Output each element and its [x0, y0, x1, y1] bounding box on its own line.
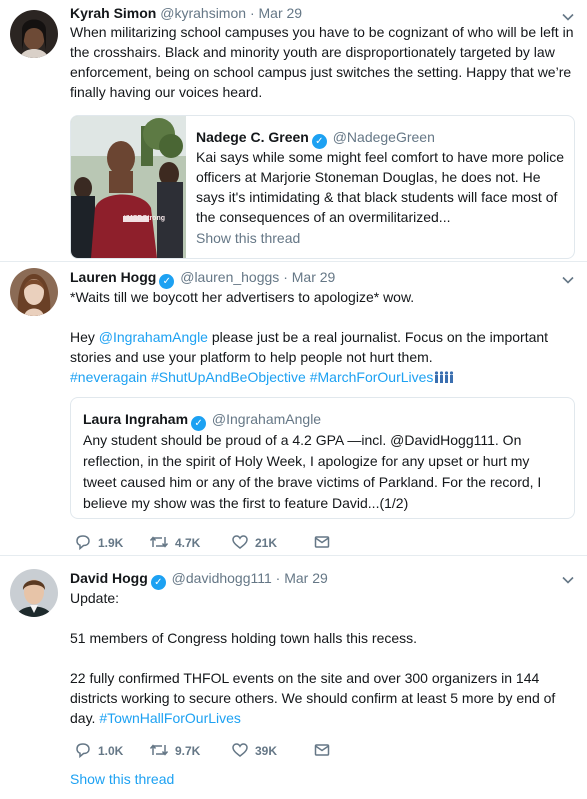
retweet-icon	[149, 744, 169, 756]
author-name[interactable]: Lauren Hogg	[70, 269, 156, 285]
author-handle[interactable]: @lauren_hoggs	[180, 269, 279, 285]
tweet-header: David Hogg ✓ @davidhogg111 · Mar 29	[70, 569, 328, 590]
reply-icon	[76, 743, 90, 759]
shirt-text: #MSDStrong	[123, 215, 165, 222]
tweet-david-hogg[interactable]: David Hogg ✓ @davidhogg111 · Mar 29 Updat…	[0, 556, 587, 799]
tweet-text: *Waits till we boycott her advertisers t…	[70, 289, 549, 385]
like-button[interactable]: 39K	[231, 741, 277, 761]
quoted-author-handle[interactable]: @NadegeGreen	[333, 129, 435, 145]
quoted-author-name[interactable]: Nadege C. Green	[196, 129, 309, 145]
direct-message-button[interactable]	[313, 533, 337, 553]
quoted-tweet-header: Laura Ingraham ✓ @IngrahamAngle	[83, 409, 321, 431]
tweet-timestamp[interactable]: Mar 29	[292, 269, 336, 285]
like-count: 39K	[255, 744, 278, 758]
quoted-author-name[interactable]: Laura Ingraham	[83, 411, 188, 427]
hashtag-link[interactable]: #TownHallForOurLives	[99, 710, 241, 726]
quoted-tweet-text: Kai says while some might feel comfort t…	[196, 149, 565, 225]
show-thread-link[interactable]: Show this thread	[196, 228, 300, 248]
quoted-tweet-header: Nadege C. Green ✓ @NadegeGreen	[196, 127, 435, 149]
chevron-down-icon[interactable]	[561, 273, 575, 287]
tweet-text: When militarizing school campuses you ha…	[70, 24, 574, 100]
tweet-timestamp[interactable]: Mar 29	[259, 5, 303, 21]
quoted-tweet[interactable]: Laura Ingraham ✓ @IngrahamAngle Any stude…	[70, 397, 575, 519]
mention-link[interactable]: @IngrahamAngle	[99, 329, 208, 345]
direct-message-button[interactable]	[313, 741, 337, 761]
quoted-tweet-text: Any student should be proud of a 4.2 GPA…	[83, 432, 542, 511]
retweet-button[interactable]: 4.7K	[149, 533, 200, 553]
retweet-button[interactable]: 9.7K	[149, 741, 200, 761]
author-name[interactable]: Kyrah Simon	[70, 5, 156, 21]
family-emoji-icon	[435, 371, 454, 383]
author-name[interactable]: David Hogg	[70, 570, 148, 586]
separator-dot: ·	[275, 570, 281, 586]
envelope-icon	[314, 536, 330, 548]
like-count: 21K	[255, 536, 278, 550]
retweet-count: 4.7K	[175, 536, 201, 550]
avatar-lauren-hogg[interactable]	[10, 268, 58, 316]
hashtag-links[interactable]: #neveragain #ShutUpAndBeObjective #March…	[70, 369, 433, 385]
reply-icon	[76, 535, 90, 551]
tweet-text: Update: 51 members of Congress holding t…	[70, 590, 556, 726]
avatar-david-hogg[interactable]	[10, 569, 58, 617]
retweet-count: 9.7K	[175, 744, 201, 758]
envelope-icon	[314, 744, 330, 756]
quoted-tweet[interactable]: #MSDStrong Nadege C. Green ✓ @NadegeGreen…	[70, 115, 575, 259]
tweet-timestamp[interactable]: Mar 29	[284, 570, 328, 586]
show-thread-link[interactable]: Show this thread	[70, 771, 174, 787]
chevron-down-icon[interactable]	[561, 573, 575, 587]
retweet-icon	[149, 536, 169, 548]
tweet-header: Kyrah Simon @kyrahsimon · Mar 29	[70, 4, 302, 22]
reply-count: 1.9K	[98, 536, 124, 550]
author-handle[interactable]: @davidhogg111	[172, 570, 272, 586]
quoted-tweet-image[interactable]: #MSDStrong	[71, 116, 186, 258]
author-handle[interactable]: @kyrahsimon	[160, 5, 246, 21]
verified-badge-icon: ✓	[191, 416, 207, 431]
quoted-author-handle[interactable]: @IngrahamAngle	[212, 411, 321, 427]
reply-button[interactable]: 1.0K	[74, 741, 123, 761]
heart-icon	[232, 743, 248, 757]
reply-button[interactable]: 1.9K	[74, 533, 123, 553]
separator-dot: ·	[249, 5, 255, 21]
like-button[interactable]: 21K	[231, 533, 277, 553]
heart-icon	[232, 535, 248, 549]
tweet-kyrah-simon[interactable]: Kyrah Simon @kyrahsimon · Mar 29 When mi…	[0, 0, 587, 262]
separator-dot: ·	[283, 269, 288, 285]
reply-count: 1.0K	[98, 744, 124, 758]
tweet-lauren-hogg[interactable]: Lauren Hogg ✓ @lauren_hoggs · Mar 29 *Wai…	[0, 262, 587, 556]
avatar-kyrah-simon[interactable]	[10, 10, 58, 58]
tweet-header: Lauren Hogg ✓ @lauren_hoggs · Mar 29	[70, 268, 335, 289]
